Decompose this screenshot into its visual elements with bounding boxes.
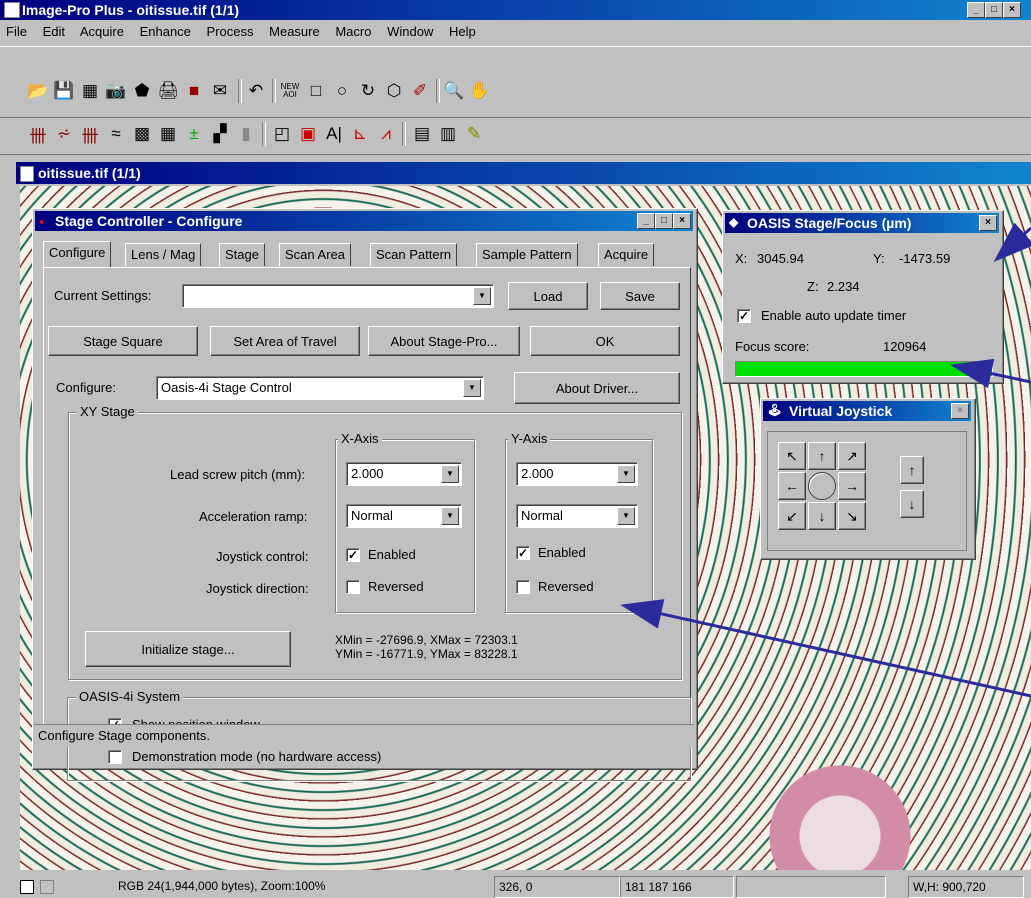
status-copy-icon[interactable] <box>40 880 54 894</box>
status-coords: 326, 0 <box>494 876 620 898</box>
annotation-arrows <box>620 222 1031 698</box>
annotation-arrow-focus <box>950 358 1031 389</box>
tab-configure[interactable]: Configure <box>43 241 112 267</box>
status-image-info: RGB 24(1,944,000 bytes), Zoom:100% <box>118 879 326 893</box>
status-empty <box>736 876 886 898</box>
status-box-icon[interactable] <box>20 880 34 894</box>
app-status-bar: RGB 24(1,944,000 bytes), Zoom:100% 326, … <box>0 876 1031 898</box>
annotation-arrow-config <box>620 599 1031 698</box>
status-rgb: 181 187 166 <box>620 876 734 898</box>
status-wh: W,H: 900,720 <box>908 876 1024 898</box>
annotation-arrow-position <box>993 222 1031 263</box>
